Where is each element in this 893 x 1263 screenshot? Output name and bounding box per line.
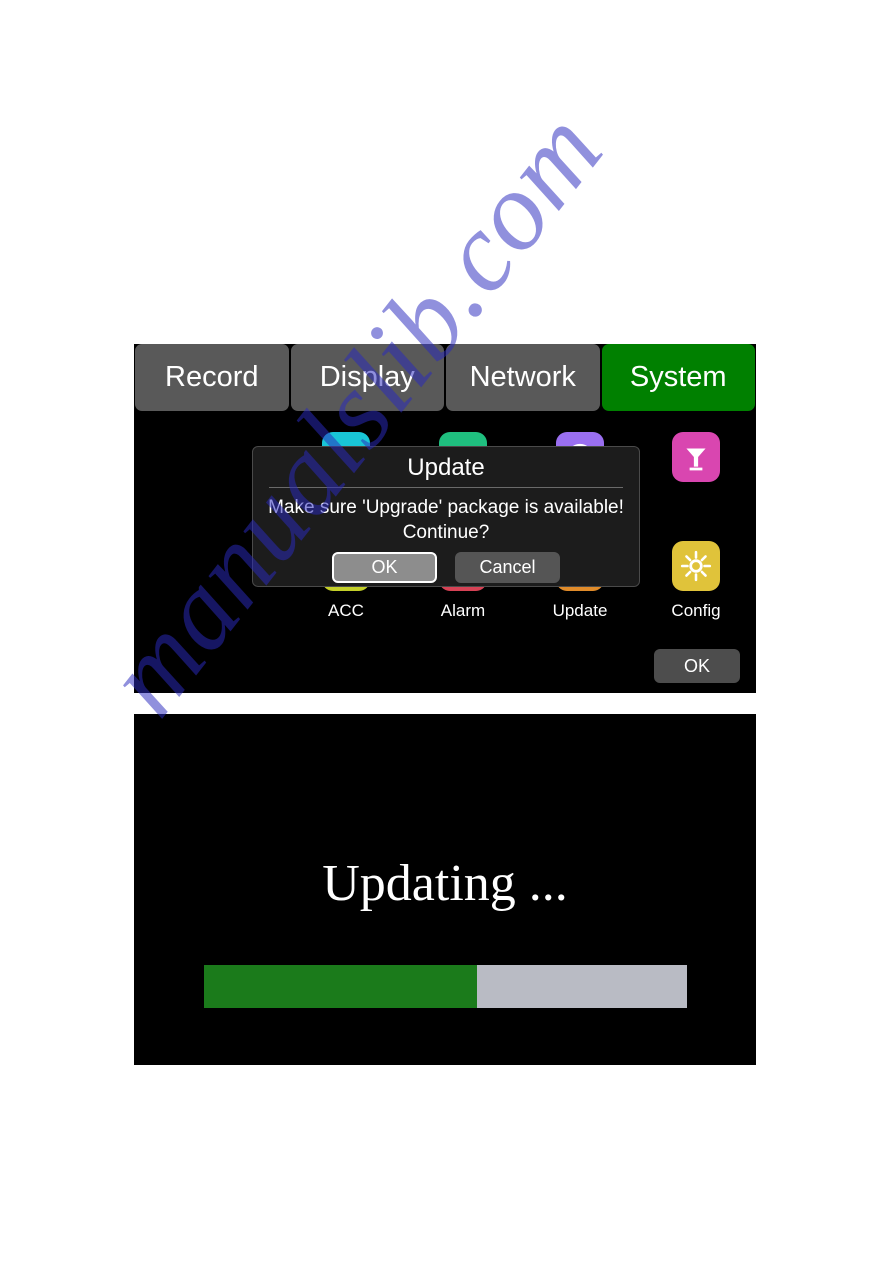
config-icon — [672, 541, 720, 591]
dialog-cancel-button[interactable]: Cancel — [455, 552, 560, 583]
dialog-ok-button[interactable]: OK — [332, 552, 437, 583]
tab-network[interactable]: Network — [446, 344, 600, 411]
tab-system-label: System — [629, 361, 727, 393]
update-progress-fill — [204, 965, 477, 1008]
app-config[interactable]: Config — [641, 533, 751, 621]
dialog-title: Update — [407, 454, 485, 481]
update-confirm-dialog: Update Make sure 'Upgrade' package is av… — [252, 446, 640, 587]
app-update-label: Update — [552, 601, 608, 620]
tab-record[interactable]: Record — [135, 344, 289, 411]
screen-ok-label: OK — [683, 655, 710, 676]
dialog-ok-label: OK — [371, 557, 398, 577]
app-config-label: Config — [671, 601, 721, 620]
app-alarm-label: Alarm — [440, 601, 486, 620]
config-icon-glyph — [680, 550, 712, 582]
tab-display-label: Display — [319, 361, 415, 393]
app-lamp[interactable] — [641, 424, 751, 492]
settings-screen: Record Display Network System User — [134, 344, 756, 693]
updating-screen: Updating ... — [134, 714, 756, 1065]
lamp-icon — [672, 432, 720, 482]
app-acc-label: ACC — [328, 601, 364, 620]
dialog-message: Make sure 'Upgrade' package is available… — [268, 497, 624, 543]
update-progress-bar — [204, 965, 687, 1008]
tab-record-label: Record — [165, 361, 259, 393]
screen-ok-button[interactable]: OK — [654, 649, 740, 683]
tab-bar: Record Display Network System — [134, 344, 756, 411]
tab-system[interactable]: System — [601, 344, 755, 411]
dialog-button-row: OK Cancel — [253, 552, 639, 583]
updating-title: Updating ... — [322, 855, 568, 912]
dialog-cancel-label: Cancel — [479, 557, 536, 577]
lamp-icon-glyph — [686, 448, 706, 471]
tab-network-label: Network — [469, 361, 576, 393]
tab-display[interactable]: Display — [290, 344, 444, 411]
